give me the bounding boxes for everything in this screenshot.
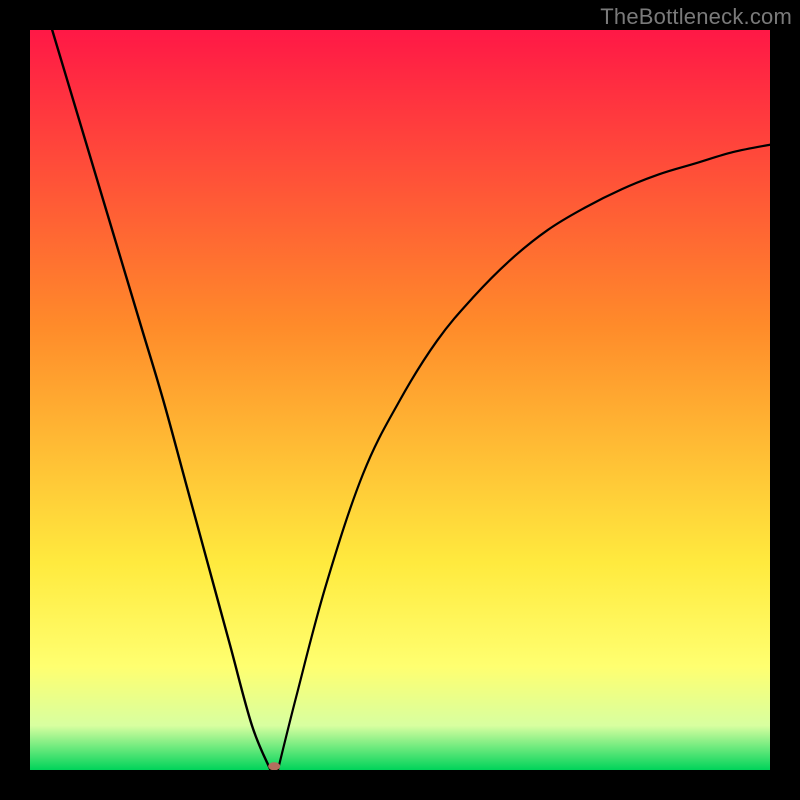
chart-svg — [0, 0, 800, 800]
minimum-marker — [268, 762, 280, 770]
chart-container: TheBottleneck.com — [0, 0, 800, 800]
watermark-text: TheBottleneck.com — [600, 4, 792, 30]
